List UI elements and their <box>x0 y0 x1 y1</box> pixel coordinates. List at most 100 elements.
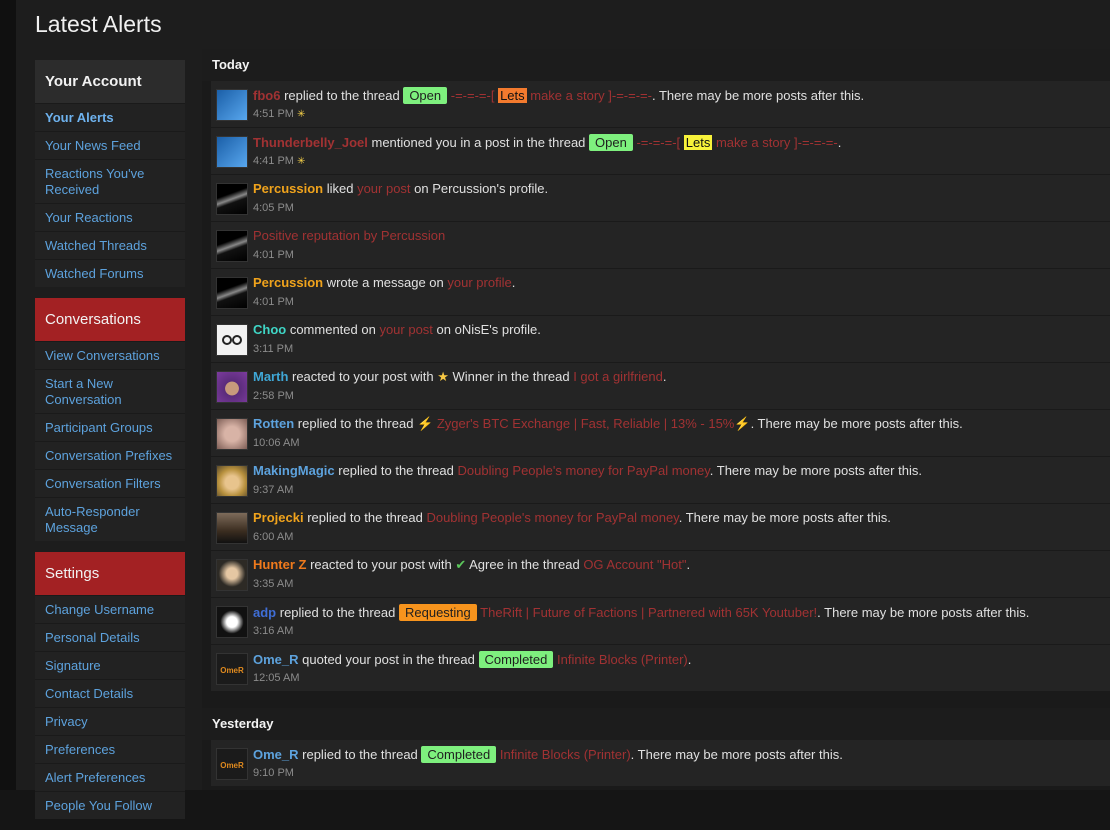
alert-text: Marth reacted to your post with ★ Winner… <box>253 369 666 385</box>
thread-link[interactable]: Infinite Blocks (Printer) <box>500 747 631 762</box>
sidebar-item-watched-threads[interactable]: Watched Threads <box>35 231 185 259</box>
alert-action-text: replied to the thread <box>334 463 458 478</box>
alert-time-row: 4:05 PM <box>253 202 294 214</box>
sidebar-item-privacy[interactable]: Privacy <box>35 707 185 735</box>
thread-link[interactable]: make a story ]-=-=-=- <box>712 135 838 150</box>
sidebar: Your Account Your Alerts Your News Feed Re… <box>35 60 185 830</box>
alert-timestamp: 4:01 PM <box>253 249 294 261</box>
sidebar-item-signature[interactable]: Signature <box>35 651 185 679</box>
alert-item: fbo6 replied to the thread Open -=-=-=-[… <box>211 81 1110 127</box>
alert-username-link[interactable]: Marth <box>253 369 288 384</box>
alert-action-text: wrote a message on <box>323 275 448 290</box>
sidebar-item-preferences[interactable]: Preferences <box>35 735 185 763</box>
alert-time-row: 3:35 AM <box>253 578 293 590</box>
alert-username-link[interactable]: Projecki <box>253 510 304 525</box>
omer-logo-avatar[interactable]: OmeR <box>216 748 248 780</box>
alert-text: Percussion liked your post on Percussion… <box>253 181 548 196</box>
sidebar-item-conversation-filters[interactable]: Conversation Filters <box>35 469 185 497</box>
face-avatar[interactable] <box>216 418 248 450</box>
thread-link-highlight[interactable]: Lets <box>498 88 527 103</box>
white-splash-avatar[interactable] <box>216 606 248 638</box>
alert-item: Positive reputation by Percussion 4:01 PM <box>211 222 1110 268</box>
blue-cube-avatar[interactable] <box>216 89 248 121</box>
sidebar-item-conversation-prefixes[interactable]: Conversation Prefixes <box>35 441 185 469</box>
sidebar-item-your-news-feed[interactable]: Your News Feed <box>35 131 185 159</box>
alert-text: fbo6 replied to the thread Open -=-=-=-[… <box>253 87 864 104</box>
sidebar-header-account[interactable]: Your Account <box>35 60 185 103</box>
glasses-avatar[interactable] <box>216 324 248 356</box>
sidebar-item-alert-preferences[interactable]: Alert Preferences <box>35 763 185 791</box>
thread-link[interactable]: make a story ]-=-=-=- <box>527 88 652 103</box>
sidebar-item-your-alerts[interactable]: Your Alerts <box>35 103 185 131</box>
alerts-list-today: fbo6 replied to the thread Open -=-=-=-[… <box>211 81 1110 691</box>
alert-suffix-text: on oNisE's profile. <box>432 322 541 337</box>
thread-link[interactable]: -=-=-=-[ <box>633 135 684 150</box>
thread-link[interactable]: Positive reputation by Percussion <box>253 228 445 243</box>
sidebar-item-auto-responder-message[interactable]: Auto-Responder Message <box>35 497 185 541</box>
thread-link[interactable]: I got a girlfriend <box>573 369 663 384</box>
sidebar-item-participant-groups[interactable]: Participant Groups <box>35 413 185 441</box>
anime-avatar[interactable] <box>216 559 248 591</box>
thread-link[interactable]: OG Account "Hot" <box>583 557 686 572</box>
blonde-avatar[interactable] <box>216 465 248 497</box>
sidebar-item-contact-details[interactable]: Contact Details <box>35 679 185 707</box>
alert-timestamp: 12:05 AM <box>253 672 300 684</box>
alert-suffix-text: . There may be more posts after this. <box>709 463 922 478</box>
thread-prefix-badge: Completed <box>478 651 554 668</box>
alert-username-link[interactable]: Rotten <box>253 416 294 431</box>
sunset-avatar[interactable] <box>216 512 248 544</box>
alert-username-link[interactable]: Hunter Z <box>253 557 306 572</box>
sidebar-item-view-conversations[interactable]: View Conversations <box>35 341 185 369</box>
alert-text: Thunderbelly_Joel mentioned you in a pos… <box>253 134 841 151</box>
thread-link[interactable]: Doubling People's money for PayPal money <box>426 510 678 525</box>
alert-timestamp: 3:11 PM <box>253 343 294 355</box>
alert-text: adp replied to the thread Requesting The… <box>253 604 1029 621</box>
alert-suffix-text: . There may be more posts after this. <box>817 605 1030 620</box>
thread-link[interactable]: Infinite Blocks (Printer) <box>557 652 688 667</box>
sidebar-list-settings: Change Username Personal Details Signature… <box>35 595 185 819</box>
alert-suffix-text: . <box>687 652 692 667</box>
sidebar-item-people-you-follow[interactable]: People You Follow <box>35 791 185 819</box>
alert-username-link[interactable]: MakingMagic <box>253 463 335 478</box>
thread-link[interactable]: TheRift | Future of Factions | Partnered… <box>480 605 817 620</box>
reaction-name: Winner <box>448 369 494 384</box>
dark-streak-avatar[interactable] <box>216 183 248 215</box>
sidebar-item-watched-forums[interactable]: Watched Forums <box>35 259 185 287</box>
alert-username-link[interactable]: Percussion <box>253 181 323 196</box>
thread-link[interactable]: Zyger's BTC Exchange | Fast, Reliable | … <box>437 416 735 431</box>
thread-link[interactable]: your post <box>357 181 410 196</box>
sidebar-header-conversations[interactable]: Conversations <box>35 298 185 341</box>
sidebar-item-reactions-you-ve-received[interactable]: Reactions You've Received <box>35 159 185 203</box>
alert-time-row: 9:10 PM <box>253 767 294 779</box>
day-heading-today: Today <box>202 49 1110 81</box>
thread-link[interactable]: your post <box>379 322 432 337</box>
dark-streak-avatar[interactable] <box>216 277 248 309</box>
page-container: Latest Alerts Your Account Your Alerts Yo… <box>16 0 1110 819</box>
alert-username-link[interactable]: Thunderbelly_Joel <box>253 135 368 150</box>
alert-suffix-text: . There may be more posts after this. <box>678 510 891 525</box>
sidebar-item-change-username[interactable]: Change Username <box>35 595 185 623</box>
sidebar-item-start-a-new-conversation[interactable]: Start a New Conversation <box>35 369 185 413</box>
thread-link[interactable]: your profile <box>447 275 511 290</box>
alert-username-link[interactable]: Ome_R <box>253 652 299 667</box>
alert-time-row: 10:06 AM <box>253 437 299 449</box>
alert-username-link[interactable]: Choo <box>253 322 286 337</box>
thread-link[interactable]: -=-=-=-[ <box>447 88 498 103</box>
omer-logo-avatar[interactable]: OmeR <box>216 653 248 685</box>
thread-prefix-badge: Open <box>589 134 633 151</box>
alert-username-link[interactable]: fbo6 <box>253 88 280 103</box>
alert-action-text: replied to the thread <box>294 416 418 431</box>
thread-link[interactable]: Doubling People's money for PayPal money <box>457 463 709 478</box>
alert-time-row: 2:58 PM <box>253 390 294 402</box>
dark-streak-avatar[interactable] <box>216 230 248 262</box>
alert-username-link[interactable]: Ome_R <box>253 747 299 762</box>
alert-username-link[interactable]: Percussion <box>253 275 323 290</box>
purple-avatar[interactable] <box>216 371 248 403</box>
sidebar-item-personal-details[interactable]: Personal Details <box>35 623 185 651</box>
thread-link-highlight[interactable]: Lets <box>683 135 713 150</box>
alert-username-link[interactable]: adp <box>253 605 276 620</box>
blue-cube-avatar[interactable] <box>216 136 248 168</box>
alert-action-text: commented on <box>286 322 380 337</box>
sidebar-item-your-reactions[interactable]: Your Reactions <box>35 203 185 231</box>
sidebar-header-settings[interactable]: Settings <box>35 552 185 595</box>
